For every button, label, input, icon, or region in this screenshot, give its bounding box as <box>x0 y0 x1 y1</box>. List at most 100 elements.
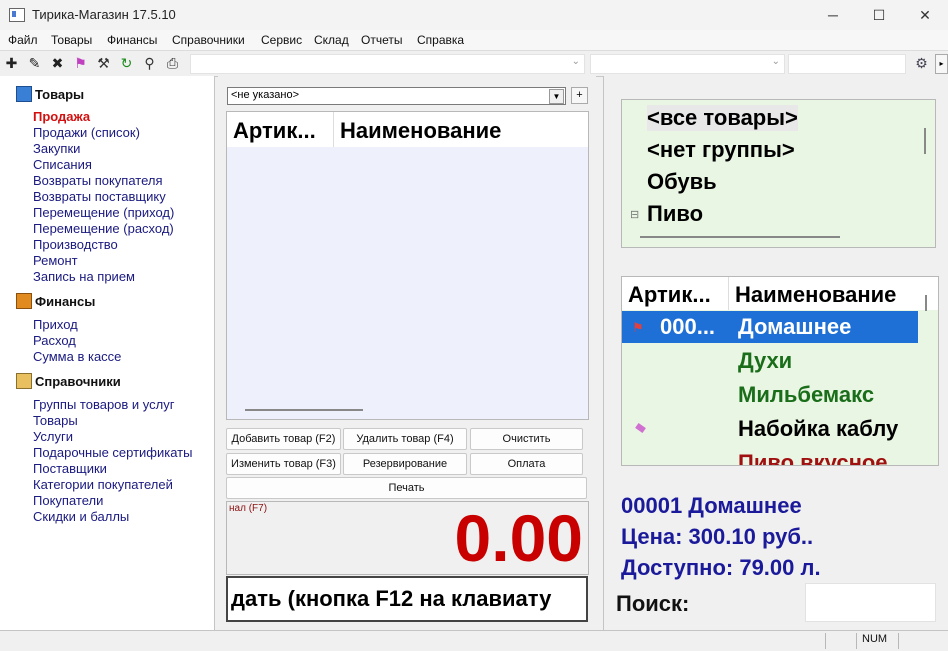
menu-bar: Файл Товары Финансы Справочники Сервис С… <box>0 30 948 50</box>
table-row[interactable]: Мильбемакс <box>622 379 918 411</box>
column-header-name[interactable]: Наименование <box>334 112 501 147</box>
horizontal-scrollbar[interactable] <box>245 409 363 411</box>
tree-item-all-products[interactable]: <все товары> <box>647 105 798 131</box>
close-button[interactable]: ✕ <box>902 0 948 30</box>
menu-reports[interactable]: Отчеты <box>361 33 402 47</box>
tools-icon[interactable]: ⚒ <box>95 55 112 72</box>
print-button[interactable]: Печать <box>226 477 587 499</box>
chevron-down-icon: ⌄ <box>771 56 780 67</box>
total-label: нал (F7) <box>229 503 268 514</box>
nav-item-purchases[interactable]: Закупки <box>33 141 80 156</box>
nav-item-appointment[interactable]: Запись на прием <box>33 269 135 284</box>
nav-item-writeoffs[interactable]: Списания <box>33 157 92 172</box>
print-icon[interactable]: ⎙ <box>164 55 181 72</box>
menu-warehouse[interactable]: Склад <box>314 33 349 47</box>
nav-item-transfer-out[interactable]: Перемещение (расход) <box>33 221 174 236</box>
box-icon <box>16 86 32 102</box>
tree-item-shoes[interactable]: Обувь <box>647 169 717 195</box>
column-header-sku[interactable]: Артик... <box>227 112 334 147</box>
hint-text: дать (кнопка F12 на клавиату <box>231 586 552 611</box>
nav-item-repair[interactable]: Ремонт <box>33 253 78 268</box>
window-title: Тирика-Магазин 17.5.10 <box>32 7 176 22</box>
table-row[interactable]: Духи <box>622 345 918 377</box>
table-row[interactable]: Набойка каблу <box>622 413 918 445</box>
menu-file[interactable]: Файл <box>8 33 38 47</box>
tree-item-beer[interactable]: Пиво <box>647 201 703 227</box>
sale-items-table[interactable]: Артик... Наименование <box>226 111 589 420</box>
minimize-button[interactable]: ─ <box>810 0 856 30</box>
tree-item-no-group[interactable]: <нет группы> <box>647 137 795 163</box>
toolbar-scroll-button[interactable]: ▸ <box>935 54 948 74</box>
selected-product-stock: Доступно: 79.00 л. <box>621 555 821 580</box>
table-header: Артик... Наименование <box>622 277 938 310</box>
column-header-name[interactable]: Наименование <box>729 277 896 310</box>
product-group-tree[interactable]: <все товары> <нет группы> Обувь ⊟ Пиво <box>621 99 936 248</box>
customer-select[interactable]: <не указано> ▼ <box>227 87 566 105</box>
toolbar-combo-1[interactable]: ⌄ <box>190 54 585 74</box>
delete-item-button[interactable]: Удалить товар (F4) <box>343 428 467 450</box>
menu-goods[interactable]: Товары <box>51 33 92 47</box>
nav-section-finance[interactable]: Финансы <box>16 293 95 309</box>
toolbar-combo-3[interactable] <box>788 54 906 74</box>
table-row[interactable]: Пиво вкусное <box>622 447 918 465</box>
menu-references[interactable]: Справочники <box>172 33 245 47</box>
wallet-icon <box>16 293 32 309</box>
nav-item-discounts[interactable]: Скидки и баллы <box>33 509 129 524</box>
hint-ticker: дать (кнопка F12 на клавиату <box>226 576 588 622</box>
edit-item-button[interactable]: Изменить товар (F3) <box>226 453 341 475</box>
num-lock-indicator: NUM <box>856 633 898 649</box>
nav-item-services[interactable]: Услуги <box>33 429 73 444</box>
status-cell <box>825 633 856 649</box>
menu-help[interactable]: Справка <box>417 33 464 47</box>
nav-item-sales-list[interactable]: Продажи (список) <box>33 125 140 140</box>
nav-item-customers[interactable]: Покупатели <box>33 493 103 508</box>
settings-icon[interactable]: ⚙ <box>913 55 930 72</box>
search-label: Поиск: <box>616 591 690 616</box>
title-bar: Тирика-Магазин 17.5.10 ─ ☐ ✕ <box>0 0 948 30</box>
selected-product-title: 00001 Домашнее <box>621 493 802 518</box>
nav-item-gift-certificates[interactable]: Подарочные сертификаты <box>33 445 192 460</box>
maximize-button[interactable]: ☐ <box>856 0 902 30</box>
nav-item-expense[interactable]: Расход <box>33 333 76 348</box>
search-input[interactable] <box>805 583 936 622</box>
nav-item-production[interactable]: Производство <box>33 237 118 252</box>
product-table[interactable]: Артик... Наименование ⚑ 000... Домашнее … <box>621 276 939 466</box>
vertical-scrollbar[interactable] <box>924 128 926 154</box>
table-row[interactable]: ⚑ 000... Домашнее <box>622 311 918 343</box>
nav-item-supplier-returns[interactable]: Возвраты поставщику <box>33 189 166 204</box>
refresh-icon[interactable]: ↻ <box>118 55 135 72</box>
flag-icon[interactable]: ⚑ <box>72 55 89 72</box>
pay-button[interactable]: Оплата <box>470 453 583 475</box>
status-cell <box>898 633 948 649</box>
nav-item-income[interactable]: Приход <box>33 317 78 332</box>
horizontal-scrollbar[interactable] <box>640 236 840 238</box>
vertical-scrollbar[interactable] <box>925 295 927 311</box>
add-customer-button[interactable]: + <box>571 87 588 104</box>
clear-button[interactable]: Очистить <box>470 428 583 450</box>
add-icon[interactable]: ✚ <box>3 55 20 72</box>
menu-finance[interactable]: Финансы <box>107 33 157 47</box>
nav-item-product-groups[interactable]: Группы товаров и услуг <box>33 397 175 412</box>
chevron-down-icon[interactable]: ▼ <box>549 89 564 104</box>
nav-section-goods[interactable]: Товары <box>16 86 84 102</box>
nav-item-customer-returns[interactable]: Возвраты покупателя <box>33 173 163 188</box>
edit-icon[interactable]: ✎ <box>26 55 43 72</box>
reserve-button[interactable]: Резервирование <box>343 453 467 475</box>
nav-section-references[interactable]: Справочники <box>16 373 121 389</box>
nav-item-transfer-in[interactable]: Перемещение (приход) <box>33 205 174 220</box>
nav-item-customer-categories[interactable]: Категории покупателей <box>33 477 173 492</box>
menu-service[interactable]: Сервис <box>261 33 302 47</box>
column-header-sku[interactable]: Артик... <box>622 277 729 310</box>
toolbar-combo-2[interactable]: ⌄ <box>590 54 785 74</box>
nav-item-suppliers[interactable]: Поставщики <box>33 461 107 476</box>
add-item-button[interactable]: Добавить товар (F2) <box>226 428 341 450</box>
nav-item-sale[interactable]: Продажа <box>33 109 90 124</box>
toolbar: ✚ ✎ ✖ ⚑ ⚒ ↻ ⚲ ⎙ ⌄ ⌄ ⚙ ▸ <box>0 50 948 77</box>
collapse-icon[interactable]: ⊟ <box>630 208 639 221</box>
delete-icon[interactable]: ✖ <box>49 55 66 72</box>
search-icon[interactable]: ⚲ <box>141 55 158 72</box>
nav-item-products[interactable]: Товары <box>33 413 78 428</box>
nav-item-cash-balance[interactable]: Сумма в кассе <box>33 349 121 364</box>
total-amount: 0.00 <box>454 501 583 575</box>
flag-icon: ⚑ <box>632 320 644 335</box>
